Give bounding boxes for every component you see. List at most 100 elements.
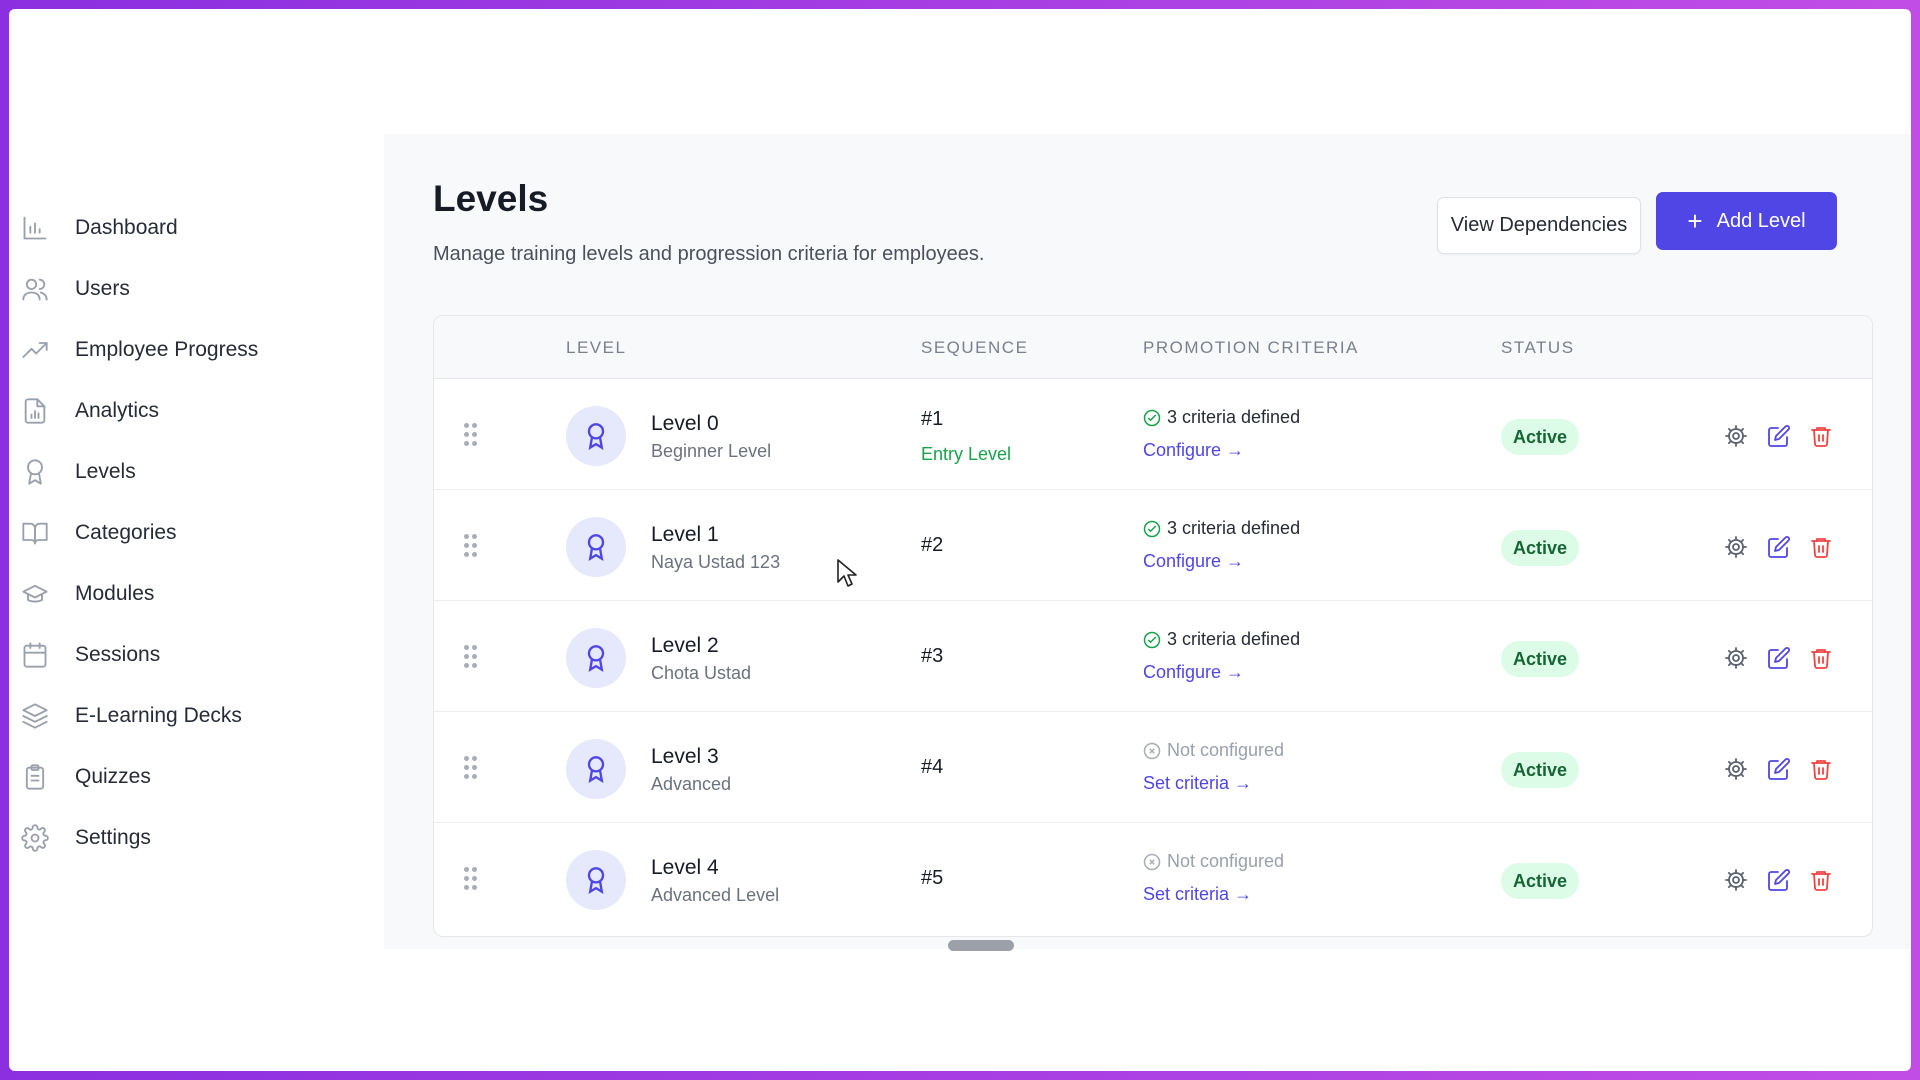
x-circle-icon: [1143, 853, 1161, 870]
sidebar-item-label: Dashboard: [75, 215, 178, 239]
settings-gear-icon[interactable]: [1724, 646, 1748, 670]
plus-icon: +: [1687, 206, 1703, 236]
table-header: LEVEL SEQUENCE PROMOTION CRITERIA STATUS: [434, 316, 1872, 379]
page-subtitle: Manage training levels and progression c…: [433, 243, 985, 265]
status-badge: Active: [1501, 530, 1580, 566]
edit-icon[interactable]: [1767, 424, 1791, 448]
sidebar-item-settings[interactable]: Settings: [21, 807, 361, 868]
sidebar-item-label: Sessions: [75, 642, 161, 666]
sidebar-item-dashboard[interactable]: Dashboard: [21, 197, 361, 258]
level-description: Beginner Level: [651, 441, 772, 461]
sidebar-item-label: Users: [75, 276, 130, 300]
drag-handle-icon[interactable]: [464, 534, 478, 558]
criteria-status: 3 criteria defined: [1143, 518, 1300, 539]
criteria-status: Not configured: [1143, 851, 1284, 872]
drag-handle-icon[interactable]: [464, 645, 478, 669]
gear-icon: [21, 823, 49, 852]
level-description: Advanced: [651, 774, 732, 794]
sidebar-item-employee-progress[interactable]: Employee Progress: [21, 319, 361, 380]
sidebar-item-label: Employee Progress: [75, 337, 259, 361]
sequence-number: #2: [921, 534, 944, 556]
sequence-number: #3: [921, 645, 944, 667]
table-row: Level 2 Chota Ustad #3 3 criteria define…: [434, 601, 1872, 712]
table-row: Level 0 Beginner Level #1 Entry Level 3 …: [434, 379, 1872, 490]
sidebar-item-label: Modules: [75, 581, 155, 605]
sidebar-item-label: Levels: [75, 459, 136, 483]
level-name: Level 2: [651, 634, 719, 657]
app-window: Dashboard Users Employee Progress Analyt…: [9, 9, 1911, 1071]
sidebar-nav: Dashboard Users Employee Progress Analyt…: [21, 197, 361, 868]
calendar-icon: [21, 641, 49, 669]
trash-icon[interactable]: [1809, 757, 1833, 781]
drag-handle-icon[interactable]: [464, 423, 478, 447]
view-dependencies-button[interactable]: View Dependencies: [1437, 197, 1641, 254]
sequence-number: #1: [921, 408, 944, 430]
sidebar-item-analytics[interactable]: Analytics: [21, 380, 361, 441]
sidebar-item-sessions[interactable]: Sessions: [21, 624, 361, 685]
trash-icon[interactable]: [1809, 868, 1833, 892]
edit-icon[interactable]: [1767, 646, 1791, 670]
add-level-button[interactable]: + Add Level: [1656, 192, 1837, 250]
sidebar-item-modules[interactable]: Modules: [21, 563, 361, 624]
table-row: Level 3 Advanced #4 Not configured Set c…: [434, 712, 1872, 823]
layers-icon: [21, 702, 49, 730]
x-circle-icon: [1143, 742, 1161, 759]
criteria-text: Not configured: [1167, 851, 1285, 871]
sidebar-item-label: E-Learning Decks: [75, 703, 242, 727]
page-title: Levels: [433, 178, 549, 219]
sidebar-item-levels[interactable]: Levels: [21, 441, 361, 502]
criteria-text: 3 criteria defined: [1167, 407, 1301, 427]
check-circle-icon: [1143, 409, 1161, 426]
trending-up-icon: [21, 336, 49, 364]
sidebar-item-label: Quizzes: [75, 764, 151, 788]
award-icon: [566, 628, 626, 688]
entry-level-label: Entry Level: [921, 444, 1012, 464]
sidebar-item-quizzes[interactable]: Quizzes: [21, 746, 361, 807]
column-header-sequence: SEQUENCE: [921, 338, 1029, 357]
award-icon: [566, 739, 626, 799]
settings-gear-icon[interactable]: [1724, 868, 1748, 892]
award-icon: [566, 406, 626, 466]
level-description: Chota Ustad: [651, 663, 752, 683]
level-name: Level 0: [651, 412, 719, 435]
status-badge: Active: [1501, 863, 1580, 899]
clipboard-icon: [21, 763, 49, 791]
configure-link[interactable]: Configure →: [1143, 440, 1244, 461]
report-icon: [21, 397, 49, 425]
level-description: Naya Ustad 123: [651, 552, 781, 572]
status-badge: Active: [1501, 641, 1580, 677]
trash-icon[interactable]: [1809, 535, 1833, 559]
status-badge: Active: [1501, 419, 1580, 455]
edit-icon[interactable]: [1767, 535, 1791, 559]
sidebar-item-categories[interactable]: Categories: [21, 502, 361, 563]
award-icon: [566, 850, 626, 910]
configure-link[interactable]: Configure →: [1143, 662, 1244, 683]
bar-chart-icon: [21, 214, 49, 242]
settings-gear-icon[interactable]: [1724, 424, 1748, 448]
edit-icon[interactable]: [1767, 868, 1791, 892]
settings-gear-icon[interactable]: [1724, 757, 1748, 781]
graduation-cap-icon: [21, 580, 49, 608]
criteria-text: 3 criteria defined: [1167, 629, 1301, 649]
drag-handle-icon[interactable]: [464, 756, 478, 780]
configure-link[interactable]: Configure →: [1143, 551, 1244, 572]
edit-icon[interactable]: [1767, 757, 1791, 781]
set-criteria-link[interactable]: Set criteria →: [1143, 884, 1252, 905]
sidebar-item-label: Analytics: [75, 398, 160, 422]
criteria-text: Not configured: [1167, 740, 1285, 760]
check-circle-icon: [1143, 520, 1161, 537]
sidebar-item-users[interactable]: Users: [21, 258, 361, 319]
levels-table: LEVEL SEQUENCE PROMOTION CRITERIA STATUS…: [433, 315, 1873, 937]
book-icon: [21, 519, 49, 547]
award-icon: [21, 458, 49, 486]
horizontal-scrollbar[interactable]: [948, 940, 1014, 951]
sidebar-item-e-learning-decks[interactable]: E-Learning Decks: [21, 685, 361, 746]
trash-icon[interactable]: [1809, 646, 1833, 670]
trash-icon[interactable]: [1809, 424, 1833, 448]
set-criteria-link[interactable]: Set criteria →: [1143, 773, 1252, 794]
settings-gear-icon[interactable]: [1724, 535, 1748, 559]
column-header-level: LEVEL: [566, 338, 627, 357]
mouse-cursor-icon: [837, 559, 857, 587]
drag-handle-icon[interactable]: [464, 867, 478, 891]
sequence-number: #5: [921, 867, 944, 889]
